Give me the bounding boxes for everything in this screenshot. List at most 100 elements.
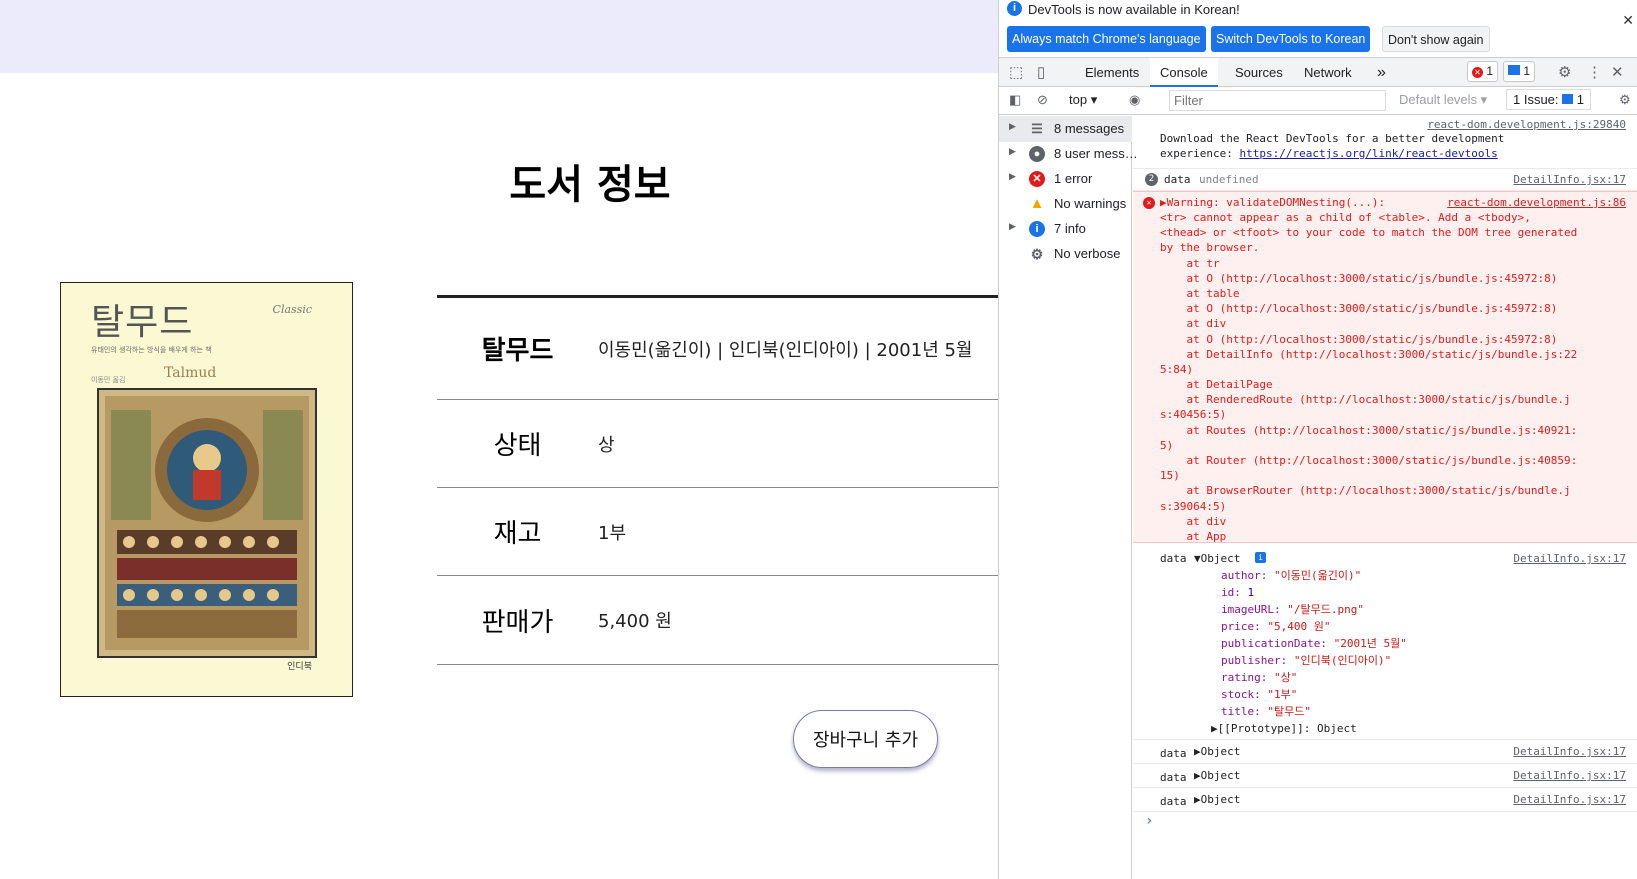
object-toggle[interactable]: ▼Object (1194, 551, 1240, 567)
device-toolbar-icon[interactable]: ▯ (1037, 63, 1045, 81)
object-toggle[interactable]: ▶Object (1194, 792, 1240, 808)
stack-trace-line: at tr (1160, 256, 1220, 270)
list-icon: ☰ (1031, 121, 1043, 136)
console-log: react-dom.development.js:29840 Download … (1133, 116, 1637, 879)
tab-elements[interactable]: Elements (1075, 58, 1149, 87)
close-devtools-icon[interactable]: ✕ (1611, 63, 1624, 81)
sidebar-item-warnings[interactable]: ▲ No warnings (999, 191, 1132, 217)
context-label: top (1069, 92, 1088, 107)
sidebar-item-info[interactable]: ▶ i 7 info (999, 216, 1132, 242)
tab-console[interactable]: Console (1150, 58, 1218, 87)
object-toggle[interactable]: ▶Object (1194, 768, 1240, 784)
console-settings-icon[interactable]: ⚙ (1619, 92, 1631, 108)
expand-arrow-icon: ▶ (1009, 121, 1016, 131)
issue-icon (1562, 94, 1574, 104)
filter-input[interactable] (1169, 90, 1386, 111)
object-property: author: "이동민(옮긴이)" (1221, 568, 1361, 584)
gear-icon: ⚙ (1030, 246, 1044, 262)
sidebar-toggle-icon[interactable]: ◧ (1009, 92, 1021, 108)
inspect-icon[interactable]: ⬚ (1009, 63, 1023, 81)
stack-trace-line: 5) (1160, 438, 1174, 452)
object-property: publicationDate: "2001년 5월" (1221, 636, 1407, 652)
dont-show-again-button[interactable]: Don't show again (1382, 26, 1490, 52)
more-tabs-icon[interactable]: » (1377, 58, 1386, 87)
sidebar-item-messages[interactable]: ▶ ☰ 8 messages (999, 116, 1132, 142)
sidebar-item-errors[interactable]: ▶ ✕ 1 error (999, 166, 1132, 192)
property-key: publicationDate: (1221, 637, 1334, 650)
object-property: price: "5,400 원" (1221, 619, 1330, 635)
sidebar-label: No warnings (1054, 196, 1127, 211)
cover-title: 탈무드 (91, 302, 194, 343)
clear-console-icon[interactable]: ⊘ (1037, 92, 1048, 108)
stack-trace-line: at div (1160, 317, 1227, 331)
user-icon: ● (1029, 146, 1045, 162)
book-meta: 이동민(옮긴이) | 인디북(인디아이) | 2001년 5월 (598, 339, 973, 361)
error-count-badge[interactable]: ✕ 1 (1467, 61, 1499, 82)
console-sidebar: ▶ ☰ 8 messages ▶ ● 8 user mess… ▶ ✕ 1 er… (999, 116, 1138, 879)
log-key: data (1164, 173, 1191, 186)
stack-trace-line: at RenderedRoute (http://localhost:3000/… (1160, 393, 1571, 407)
stack-trace-line: at DetailInfo (http://localhost:3000/sta… (1160, 347, 1578, 361)
book-cover-image: 탈무드 유태인의 생각하는 방식을 배우게 하는 책 Classic 이동민 옮… (60, 282, 353, 697)
log-key: data (1160, 771, 1187, 784)
context-select[interactable]: top ▾ (1069, 92, 1097, 108)
property-value: 1 (1247, 586, 1255, 599)
console-error-message: ✕ ▶Warning: validateDOMNesting(...): rea… (1133, 191, 1637, 543)
message-count-badge[interactable]: 1 (1503, 61, 1536, 82)
console-filterbar: ◧ ⊘ top ▾ ◉ Default levels ▾ 1 Issue: 1 … (999, 87, 1637, 115)
add-to-cart-button[interactable]: 장바구니 추가 (793, 710, 938, 768)
source-link[interactable]: react-dom.development.js:86 (1447, 195, 1626, 211)
more-options-icon[interactable]: ⋮ (1587, 63, 1602, 81)
levels-select[interactable]: Default levels ▾ (1399, 92, 1487, 108)
react-message-line2: experience: https://reactjs.org/link/rea… (1160, 146, 1498, 162)
property-value: "5,400 원" (1267, 620, 1331, 633)
match-language-button[interactable]: Always match Chrome's language (1007, 26, 1206, 52)
price-label: 판매가 (481, 607, 554, 638)
object-property: rating: "상" (1221, 670, 1297, 686)
stock-label: 재고 (493, 519, 542, 549)
console-message-object-expanded: data ▼Object i DetailInfo.jsx:17 author:… (1133, 543, 1637, 740)
cover-subtitle: 유태인의 생각하는 방식을 배우게 하는 책 (91, 346, 212, 354)
source-link[interactable]: DetailInfo.jsx:17 (1513, 172, 1626, 188)
object-property: publisher: "인디북(인디아이)" (1221, 653, 1391, 669)
stack-trace-line: 5:84) (1160, 362, 1194, 376)
cover-author: 이동민 옮김 (91, 376, 126, 384)
property-key: title: (1221, 705, 1268, 718)
property-key: imageURL: (1221, 603, 1288, 616)
console-message-object: data ▶Object DetailInfo.jsx:17 (1133, 764, 1637, 788)
warning-headline[interactable]: ▶Warning: validateDOMNesting(...): (1160, 195, 1385, 211)
object-property: imageURL: "/탈무드.png" (1221, 602, 1364, 618)
sidebar-item-verbose[interactable]: ⚙ No verbose (999, 241, 1132, 267)
eye-icon[interactable]: ◉ (1129, 92, 1140, 108)
property-key: publisher: (1221, 654, 1294, 667)
error-icon: ✕ (1143, 197, 1155, 209)
console-prompt[interactable]: › (1145, 813, 1153, 830)
stack-trace-line: at O (http://localhost:3000/static/js/bu… (1160, 271, 1558, 285)
sidebar-item-user-messages[interactable]: ▶ ● 8 user mess… (999, 141, 1138, 167)
cover-series: Classic (272, 303, 312, 316)
source-link[interactable]: DetailInfo.jsx:17 (1513, 551, 1626, 567)
property-value: "2001년 5월" (1333, 637, 1407, 650)
close-icon[interactable]: ✕ (1622, 12, 1634, 29)
cover-publisher: 인디북 (287, 662, 312, 672)
source-link[interactable]: DetailInfo.jsx:17 (1513, 792, 1626, 808)
expand-arrow-icon: ▶ (1009, 171, 1016, 181)
devtools-panel: i DevTools is now available in Korean! ✕… (998, 0, 1637, 879)
source-link[interactable]: DetailInfo.jsx:17 (1513, 768, 1626, 784)
book-title: 탈무드 (481, 336, 554, 366)
react-message-prefix: experience: (1160, 147, 1240, 160)
cover-english-title: Talmud (164, 365, 217, 381)
tab-network[interactable]: Network (1294, 58, 1362, 87)
source-link[interactable]: DetailInfo.jsx:17 (1513, 744, 1626, 760)
issues-button[interactable]: 1 Issue: 1 (1506, 89, 1592, 110)
page-title: 도서 정보 (509, 162, 671, 208)
react-devtools-link[interactable]: https://reactjs.org/link/react-devtools (1239, 147, 1497, 160)
switch-language-button[interactable]: Switch DevTools to Korean (1211, 26, 1371, 52)
gear-icon[interactable]: ⚙ (1558, 63, 1571, 81)
info-row-condition: 상태 상 (437, 400, 998, 488)
info-row-price: 판매가 5,400 원 (437, 576, 998, 665)
prototype-toggle[interactable]: ▶[[Prototype]]: Object (1211, 721, 1357, 737)
tab-sources[interactable]: Sources (1225, 58, 1293, 87)
object-toggle[interactable]: ▶Object (1194, 744, 1240, 760)
property-key: price: (1221, 620, 1268, 633)
